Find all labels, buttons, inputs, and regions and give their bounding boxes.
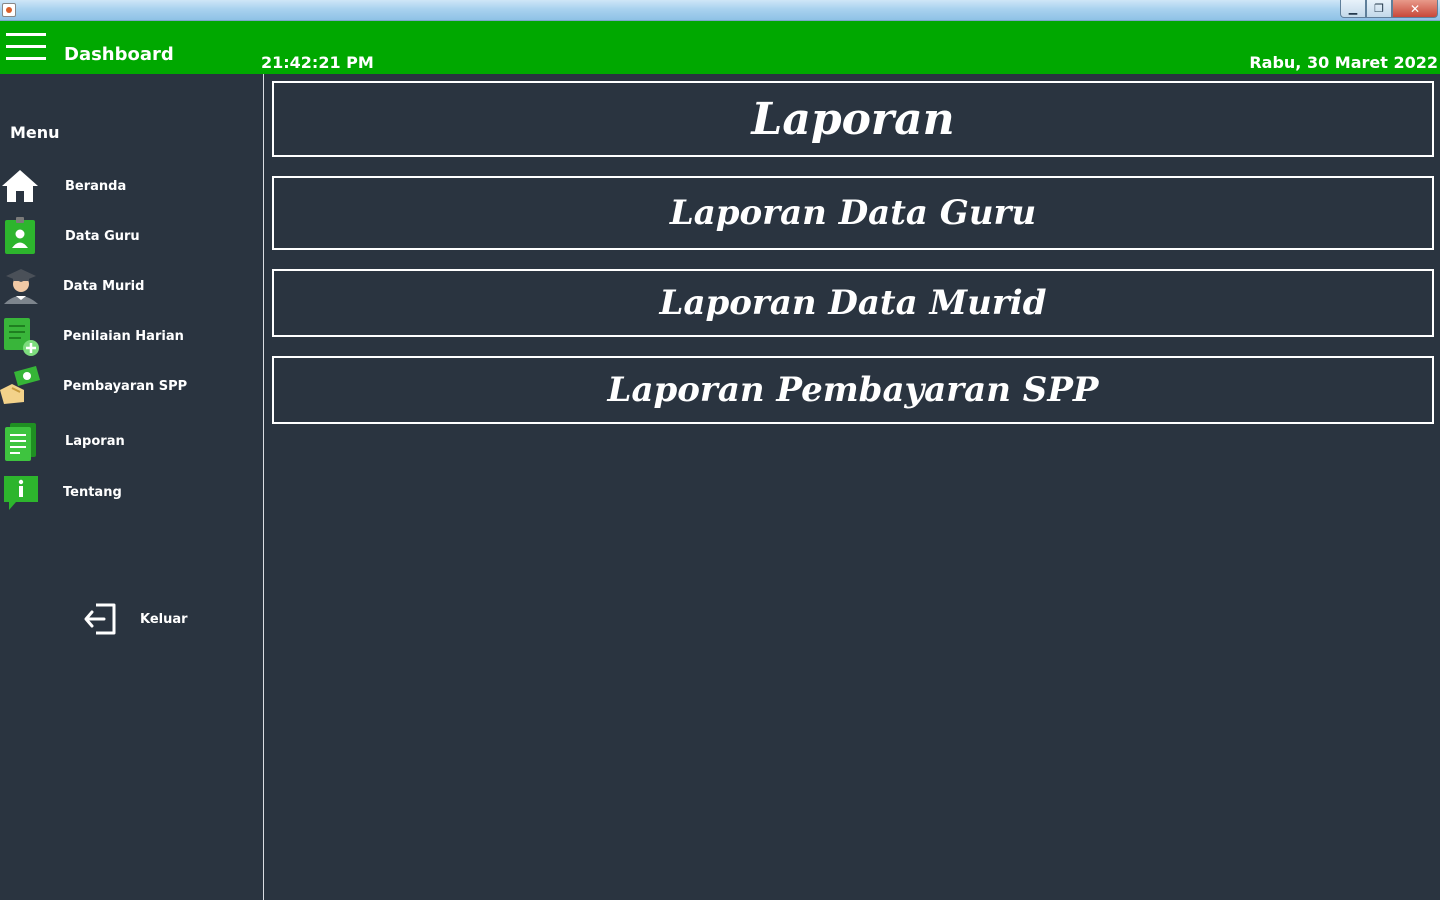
laporan-data-murid-button[interactable]: Laporan Data Murid (272, 269, 1434, 337)
grade-sheet-add-icon (4, 318, 39, 356)
minimize-button[interactable]: ▁ (1340, 0, 1366, 18)
window-controls: ▁ ❐ ✕ (1340, 0, 1438, 18)
laporan-pembayaran-spp-button[interactable]: Laporan Pembayaran SPP (272, 356, 1434, 424)
sidebar-item-data-guru[interactable]: Data Guru (0, 216, 260, 260)
logout-button[interactable]: Keluar (82, 601, 222, 641)
sidebar-menu-heading: Menu (10, 123, 60, 142)
sidebar-item-label: Tentang (63, 485, 122, 500)
teacher-badge-icon (5, 217, 35, 254)
report-document-icon (5, 423, 36, 461)
info-icon (4, 476, 38, 510)
sidebar-item-label: Beranda (65, 179, 127, 194)
app-header: Dashboard 21:42:21 PM Rabu, 30 Maret 202… (0, 21, 1440, 74)
sidebar-item-penilaian-harian[interactable]: Penilaian Harian (0, 316, 260, 360)
sidebar-item-laporan[interactable]: Laporan (0, 421, 260, 465)
java-app-icon (2, 3, 16, 17)
sidebar-item-beranda[interactable]: Beranda (0, 166, 260, 210)
window-titlebar: ▁ ❐ ✕ (0, 0, 1440, 21)
hamburger-menu-icon[interactable] (6, 32, 46, 62)
header-title: Dashboard (64, 44, 174, 65)
sidebar-item-label: Laporan (65, 434, 125, 449)
maximize-button[interactable]: ❐ (1366, 0, 1392, 18)
sidebar-item-data-murid[interactable]: Data Murid (0, 266, 260, 310)
current-date: Rabu, 30 Maret 2022 (1249, 53, 1438, 72)
sidebar: Menu Beranda Data Guru Data Murid Penila… (0, 74, 264, 900)
page-title: Laporan (272, 81, 1434, 157)
close-button[interactable]: ✕ (1392, 0, 1438, 18)
logout-icon (84, 603, 116, 635)
sidebar-item-label: Data Murid (63, 279, 145, 294)
clock-time: 21:42:21 PM (261, 53, 374, 72)
logout-label: Keluar (140, 612, 188, 627)
sidebar-item-label: Penilaian Harian (63, 329, 184, 344)
student-graduate-icon (4, 269, 38, 304)
home-icon (2, 170, 38, 202)
main-content: Laporan Laporan Data Guru Laporan Data M… (265, 74, 1440, 900)
sidebar-item-label: Pembayaran SPP (63, 379, 188, 394)
payment-money-icon (0, 366, 40, 404)
sidebar-item-tentang[interactable]: Tentang (0, 472, 260, 516)
sidebar-item-label: Data Guru (65, 229, 140, 244)
laporan-data-guru-button[interactable]: Laporan Data Guru (272, 176, 1434, 250)
sidebar-item-pembayaran-spp[interactable]: Pembayaran SPP (0, 366, 260, 410)
